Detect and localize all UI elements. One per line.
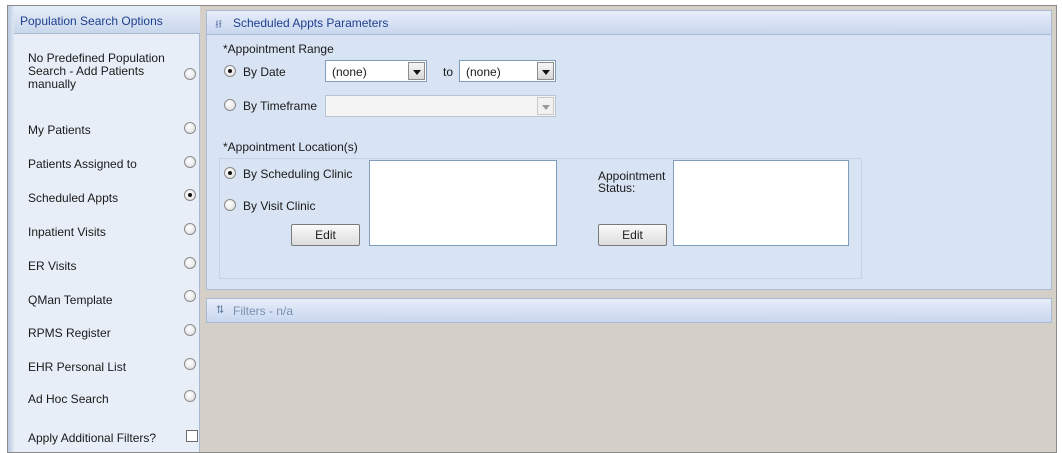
appointment-range-label: *Appointment Range [223,42,334,56]
option-label: Scheduled Appts [28,191,119,205]
scheduled-appts-parameters-header[interactable]: ⭿ Scheduled Appts Parameters [206,10,1052,35]
chevron-down-icon[interactable] [537,97,554,115]
to-date-combo[interactable]: (none) [459,60,556,82]
location-edit-button[interactable]: Edit [291,224,360,246]
apply-filters-checkbox[interactable] [186,430,198,442]
population-search-options-panel: Population Search Options No Predefined … [8,6,200,452]
option-label: QMan Template [28,293,113,307]
appointment-locations-label: *Appointment Location(s) [223,140,358,154]
option-my-patients[interactable]: My Patients [28,122,196,140]
radio-rpms-register[interactable] [184,324,196,336]
from-date-combo[interactable]: (none) [325,60,427,82]
parameters-panel: *Appointment Range By Date (none) to (no… [206,35,1052,290]
appointment-status-label: Appointment Status: [598,169,666,195]
option-no-predefined[interactable]: No Predefined Population Search - Add Pa… [28,52,196,94]
option-label: My Patients [28,123,91,137]
by-scheduling-clinic-label[interactable]: By Scheduling Clinic [243,167,352,181]
option-label: No Predefined Population Search - Add Pa… [28,51,165,91]
to-label: to [443,65,454,79]
option-rpms-register[interactable]: RPMS Register [28,324,196,343]
apply-additional-filters[interactable]: Apply Additional Filters? [28,430,198,448]
option-er-visits[interactable]: ER Visits [28,257,196,276]
panel-edge [8,6,14,452]
left-panel-title: Population Search Options [20,14,163,28]
option-inpatient-visits[interactable]: Inpatient Visits [28,223,196,242]
option-label: Ad Hoc Search [28,392,109,406]
by-visit-clinic-radio[interactable] [224,199,236,211]
radio-qman-template[interactable] [184,290,196,302]
chevron-down-icon[interactable] [537,62,554,80]
option-label: RPMS Register [28,326,111,340]
chevron-down-double-icon[interactable]: ⮁ [215,304,224,317]
by-scheduling-clinic-radio[interactable] [224,167,236,179]
option-ad-hoc-search[interactable]: Ad Hoc Search [28,390,196,409]
option-patients-assigned-to[interactable]: Patients Assigned to [28,156,196,174]
left-panel-header: Population Search Options [14,6,200,34]
option-qman-template[interactable]: QMan Template [28,290,196,310]
filters-header[interactable]: ⮁ Filters - n/a [206,298,1052,323]
option-label: Inpatient Visits [28,225,106,239]
timeframe-combo[interactable] [325,95,556,117]
filters-title: Filters - n/a [233,304,294,318]
from-date-value: (none) [332,65,367,79]
radio-my-patients[interactable] [184,122,196,134]
chevron-up-double-icon[interactable]: ⭿ [215,16,222,35]
to-date-value: (none) [466,65,501,79]
parameters-area: ⭿ Scheduled Appts Parameters *Appointmen… [200,6,1056,452]
option-label: Patients Assigned to [28,157,137,171]
by-visit-clinic-label[interactable]: By Visit Clinic [243,199,315,213]
by-date-radio[interactable] [224,65,236,77]
by-timeframe-label[interactable]: By Timeframe [243,99,317,113]
by-date-label[interactable]: By Date [243,65,286,79]
radio-ehr-personal-list[interactable] [184,358,196,370]
by-timeframe-radio[interactable] [224,99,236,111]
radio-ad-hoc-search[interactable] [184,390,196,402]
status-edit-button[interactable]: Edit [598,224,667,246]
option-label: EHR Personal List [28,360,127,374]
apply-filters-label: Apply Additional Filters? [28,431,157,445]
parameters-title: Scheduled Appts Parameters [233,16,389,30]
radio-scheduled-appts[interactable] [184,189,196,201]
radio-patients-assigned-to[interactable] [184,156,196,168]
option-scheduled-appts[interactable]: Scheduled Appts [28,189,196,208]
chevron-down-icon[interactable] [408,62,425,80]
option-ehr-personal-list[interactable]: EHR Personal List [28,358,196,377]
option-label: ER Visits [28,259,77,273]
radio-no-predefined[interactable] [184,68,196,80]
radio-inpatient-visits[interactable] [184,223,196,235]
status-listbox[interactable] [673,160,849,246]
clinic-listbox[interactable] [369,160,557,246]
population-search-window: Population Search Options No Predefined … [7,5,1057,453]
radio-er-visits[interactable] [184,257,196,269]
